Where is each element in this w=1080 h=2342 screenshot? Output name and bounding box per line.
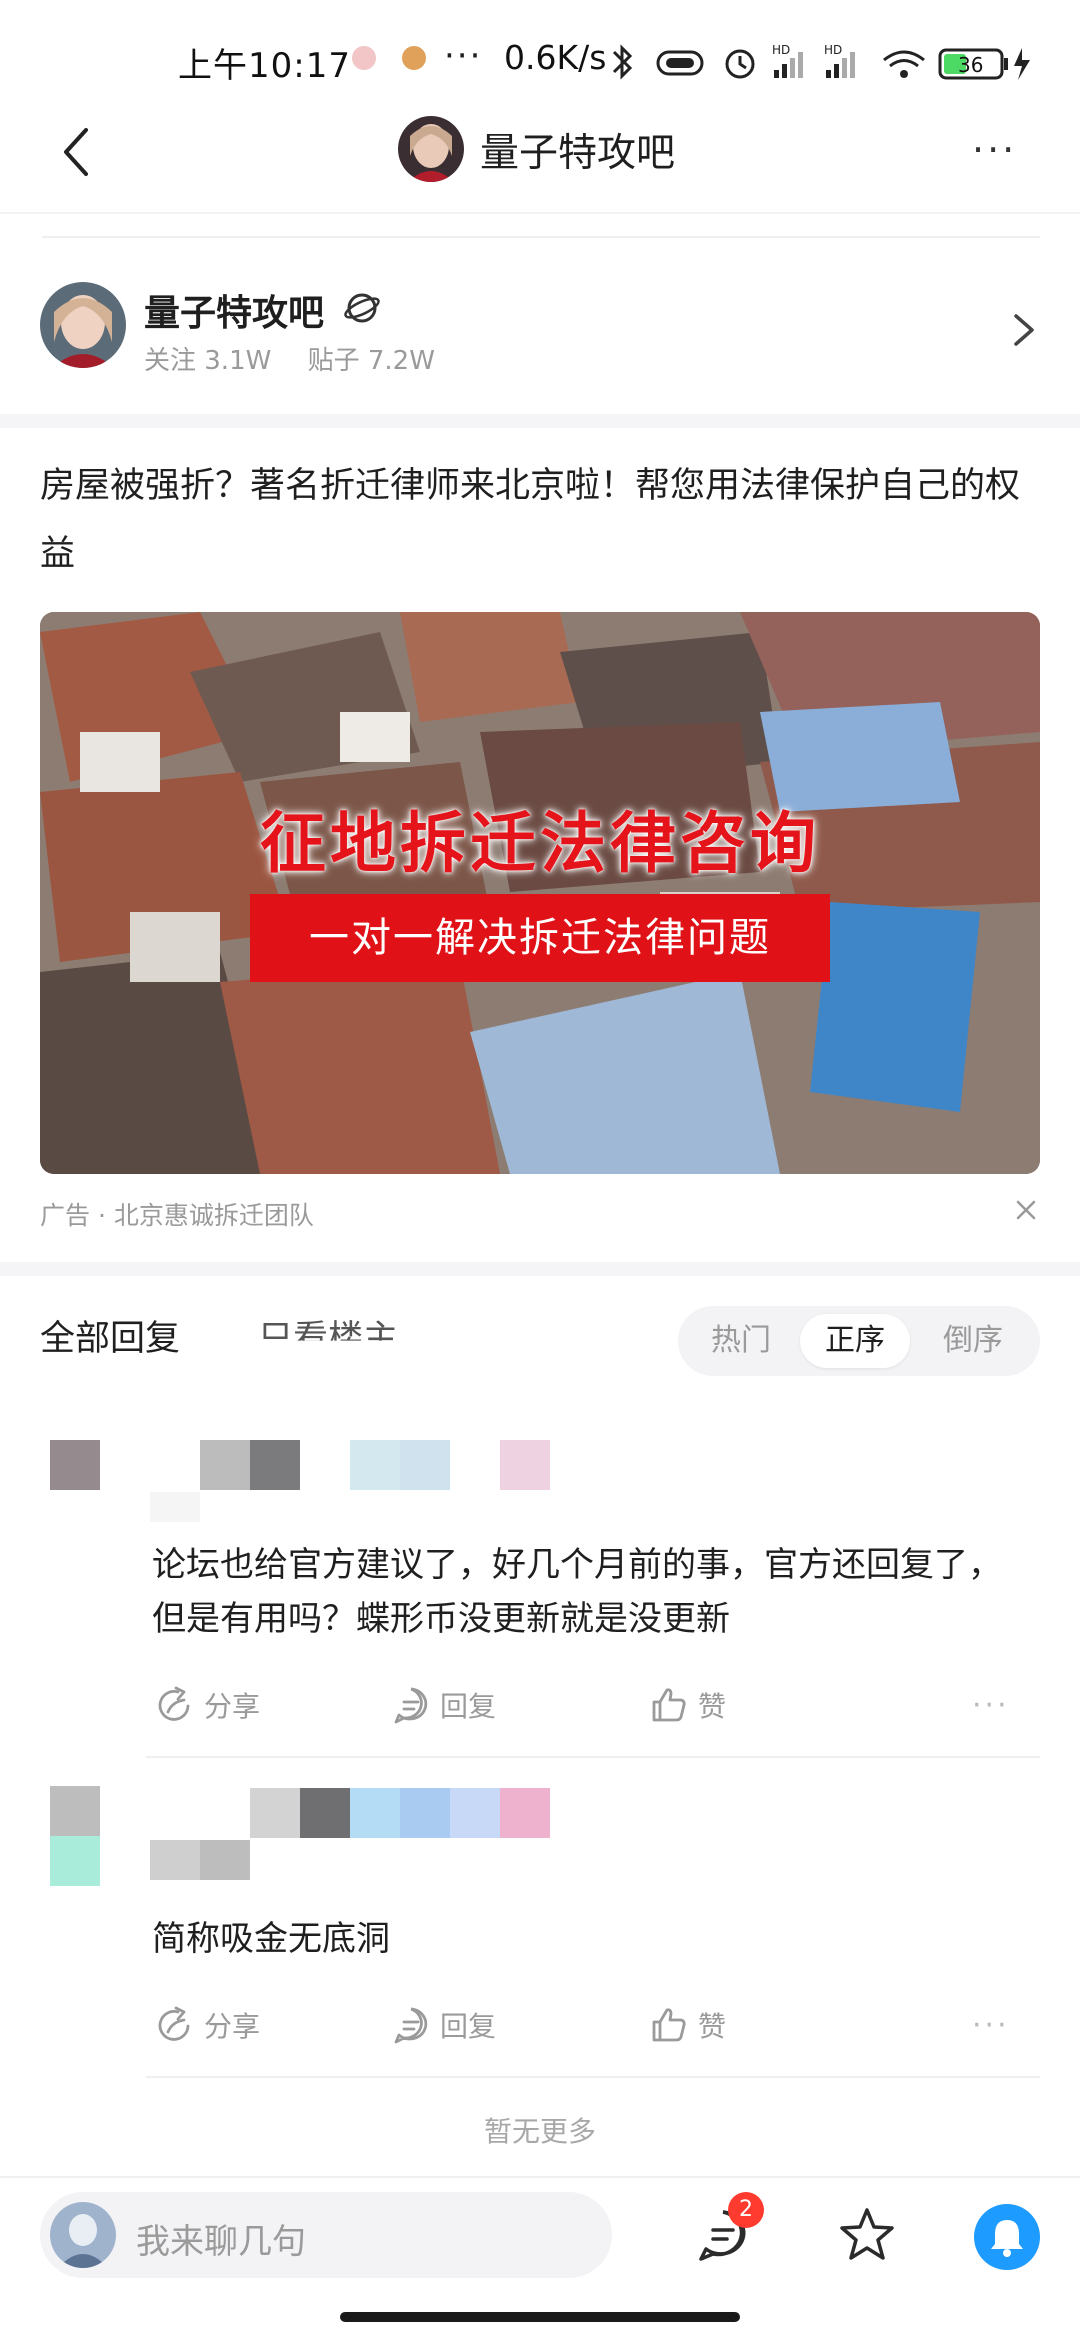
reply-label: 回复 [440, 2010, 497, 2043]
like-button[interactable]: 赞 [648, 1684, 726, 1726]
back-arrow-icon[interactable] [56, 122, 96, 182]
share-button[interactable]: 分享 [154, 2004, 260, 2046]
nav-divider [0, 212, 1080, 214]
ad-image-headline: 征地拆迁法律咨询 [260, 805, 820, 882]
like-label: 赞 [698, 2010, 727, 2043]
reply-button[interactable]: 回复 [390, 2004, 496, 2046]
section-divider [0, 414, 1080, 428]
share-icon [158, 1686, 190, 1721]
forum-post-count: 贴子 7.2W [307, 346, 435, 376]
svg-text:HD: HD [824, 43, 842, 57]
reply-user-info-blurred [40, 1786, 560, 1896]
notification-badge: 2 [728, 2192, 764, 2228]
like-icon [652, 2008, 686, 2042]
app-notification-icon [352, 46, 376, 70]
more-notifications-icon: ··· [444, 36, 483, 76]
forum-avatar[interactable] [40, 282, 126, 368]
share-icon [158, 2006, 190, 2041]
avatar [50, 2202, 116, 2268]
app-notification-icon [402, 46, 426, 70]
section-divider [0, 1262, 1080, 1276]
svg-text:HD: HD [772, 43, 790, 57]
reply-icon [394, 2007, 428, 2044]
forum-stats: 关注 3.1W 贴子 7.2W [144, 340, 463, 377]
like-label: 赞 [698, 1690, 727, 1723]
close-icon[interactable] [1012, 1196, 1040, 1224]
bell-icon [991, 2220, 1023, 2257]
forum-follow-count: 关注 3.1W [144, 346, 272, 376]
status-bar: 上午10:17 ··· 0.6K/s HD HD 36 [0, 0, 1080, 120]
reply-more-icon[interactable]: ··· [972, 2008, 1010, 2043]
system-status-icons: HD HD 36 [612, 43, 1030, 80]
ad-image-banner: 一对一解决拆迁法律问题 [250, 894, 830, 982]
divider [42, 236, 1040, 238]
like-icon [652, 1688, 686, 1722]
ad-title[interactable]: 房屋被强折？著名折迁律师来北京啦！帮您用法律保护自己的权益 [40, 452, 1040, 588]
svg-text:36: 36 [958, 53, 983, 77]
tab-all-replies[interactable]: 全部回复 [40, 1310, 180, 1361]
ad-image[interactable]: 征地拆迁法律咨询 一对一解决拆迁法律问题 [40, 612, 1040, 1174]
no-more-text: 暂无更多 [483, 2115, 596, 2148]
nav-forum-avatar[interactable] [398, 116, 464, 182]
sort-hot[interactable]: 热门 [686, 1314, 796, 1368]
status-time: 上午10:17 [178, 46, 351, 86]
share-label: 分享 [204, 1690, 261, 1723]
bell-button[interactable] [974, 2204, 1040, 2270]
sort-segmented-control: 热门 正序 倒序 [678, 1306, 1040, 1376]
reply-button[interactable]: 回复 [390, 1684, 496, 1726]
forum-badge-icon [344, 293, 380, 323]
forum-name[interactable]: 量子特攻吧 [144, 284, 324, 336]
comment-input-placeholder[interactable]: 我来聊几句 [136, 2214, 306, 2263]
reply-text: 论坛也给官方建议了，好几个月前的事，官方还回复了，但是有用吗？蝶形币没更新就是没… [152, 1545, 1002, 1639]
nav-title: 量子特攻吧 [480, 131, 676, 176]
ad-source: 广告 · 北京惠诚拆迁团队 [40, 1201, 314, 1230]
sort-ascending[interactable]: 正序 [800, 1314, 910, 1368]
share-button[interactable]: 分享 [154, 1684, 260, 1726]
reply-label: 回复 [440, 1690, 497, 1723]
reply-divider [146, 1756, 1040, 1758]
comment-input[interactable] [40, 2192, 612, 2278]
chevron-right-icon[interactable] [1010, 310, 1038, 350]
reply-text: 简称吸金无底洞 [152, 1919, 390, 1959]
home-indicator [340, 2312, 740, 2322]
reply-divider [146, 2076, 1040, 2078]
share-label: 分享 [204, 2010, 261, 2043]
like-button[interactable]: 赞 [648, 2004, 726, 2046]
reply-icon [394, 1687, 428, 1724]
network-speed: 0.6K/s [504, 38, 607, 77]
tab-owner-only[interactable]: 只看楼主 [258, 1310, 398, 1341]
reply-more-icon[interactable]: ··· [972, 1688, 1010, 1723]
star-icon[interactable] [836, 2204, 898, 2266]
sort-descending[interactable]: 倒序 [918, 1314, 1028, 1368]
more-icon[interactable]: ··· [972, 128, 1017, 172]
